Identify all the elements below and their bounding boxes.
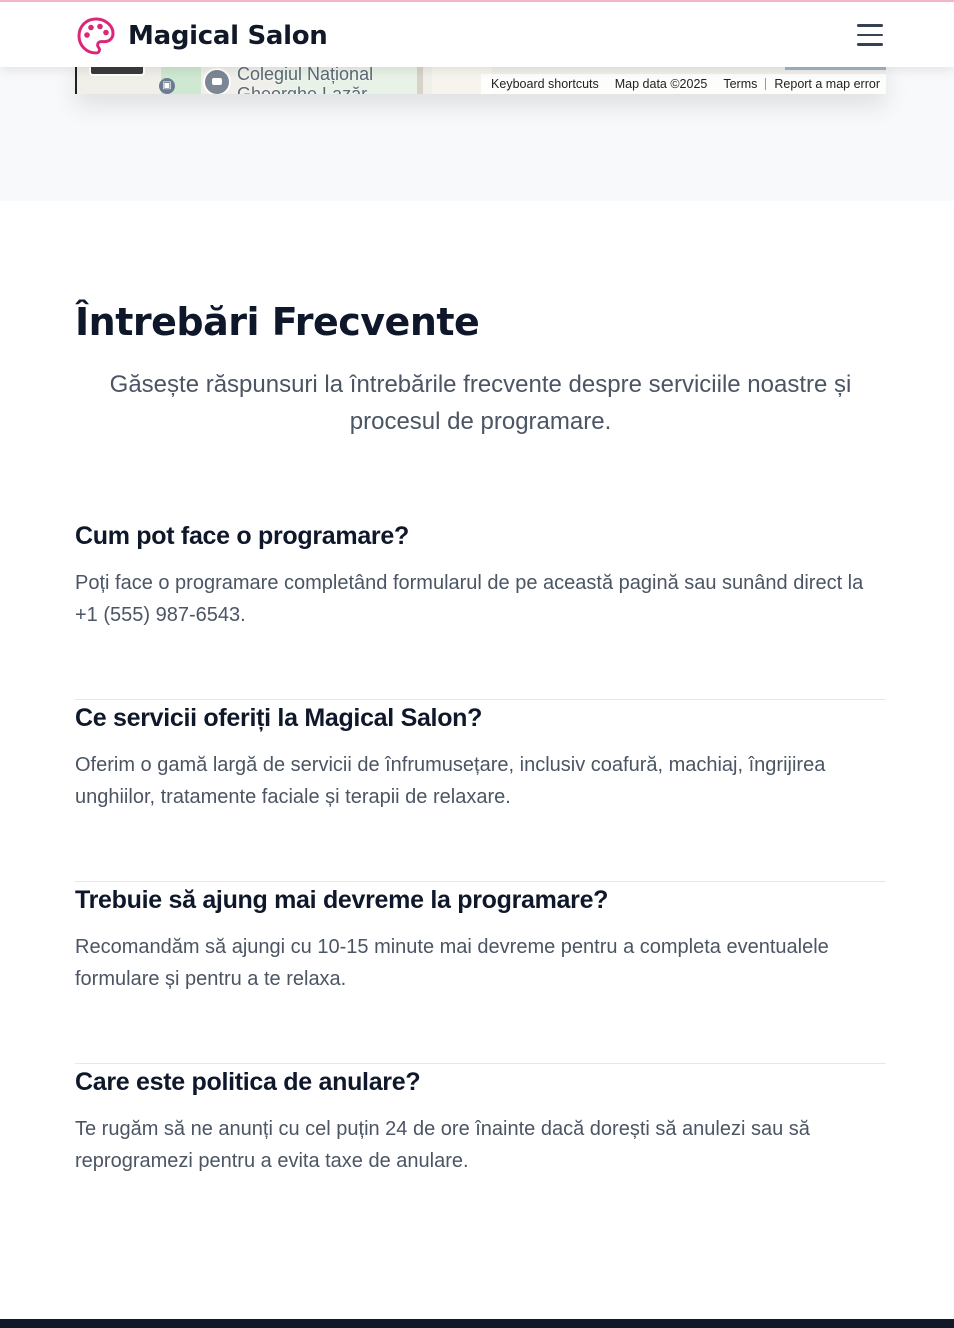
faq-subtitle: Găsește răspunsuri la întrebările frecve… [109, 370, 852, 435]
faq-answer: Oferim o gamă largă de servicii de înfru… [75, 754, 826, 808]
map-keyboard-shortcuts-link[interactable]: Keyboard shortcuts [491, 77, 599, 91]
faq-item: Ce servicii oferiți la Magical Salon? Of… [75, 700, 886, 882]
map-terms-link[interactable]: Terms [723, 77, 757, 91]
site-header: Magical Salon [0, 0, 954, 67]
faq-item: Trebuie să ajung mai devreme la programa… [75, 882, 886, 1064]
faq-question: Ce servicii oferiți la Magical Salon? [75, 704, 483, 732]
faq-item: Care este politica de anulare? Te rugăm … [75, 1064, 886, 1246]
faq-title: Întrebări Frecvente [75, 300, 480, 344]
map-poi-label[interactable]: Colegiul Național Gheorghe Lazăr [237, 64, 373, 94]
map-poi-name-line2: Gheorghe Lazăr [237, 84, 368, 94]
faq-question: Trebuie să ajung mai devreme la programa… [75, 886, 609, 914]
menu-bar-middle [857, 33, 883, 36]
map-report-error-link[interactable]: Report a map error [774, 77, 880, 91]
map-attribution-bar: Keyboard shortcuts Map data ©2025 Terms … [481, 74, 886, 94]
menu-bar-bottom [857, 43, 883, 46]
hamburger-menu-icon[interactable] [856, 24, 884, 48]
faq-answer: Recomandăm să ajungi cu 10-15 minute mai… [75, 936, 829, 990]
bus-stop-icon[interactable]: ▣ [159, 78, 175, 94]
map-poi-name: Colegiul Național [237, 64, 374, 84]
map-footer-divider [765, 78, 767, 90]
faq-item: Cum pot face o programare? Poți face o p… [75, 518, 886, 700]
faq-answer: Te rugăm să ne anunți cu cel puțin 24 de… [75, 1118, 810, 1172]
menu-bar-top [857, 24, 883, 27]
faq-section: Întrebări Frecvente Găsește răspunsuri l… [75, 300, 886, 1172]
palette-icon [77, 17, 115, 55]
faq-answer: Poți face o programare completând formul… [75, 572, 864, 626]
site-footer [0, 1319, 954, 1328]
faq-question: Cum pot face o programare? [75, 522, 409, 550]
faq-list: Cum pot face o programare? Poți face o p… [75, 518, 886, 1246]
faq-question: Care este politica de anulare? [75, 1068, 421, 1096]
school-icon[interactable] [203, 68, 231, 94]
brand-link[interactable]: Magical Salon [76, 16, 328, 56]
brand-name: Magical Salon [128, 21, 328, 51]
map-data-attribution[interactable]: Map data ©2025 [615, 77, 708, 91]
